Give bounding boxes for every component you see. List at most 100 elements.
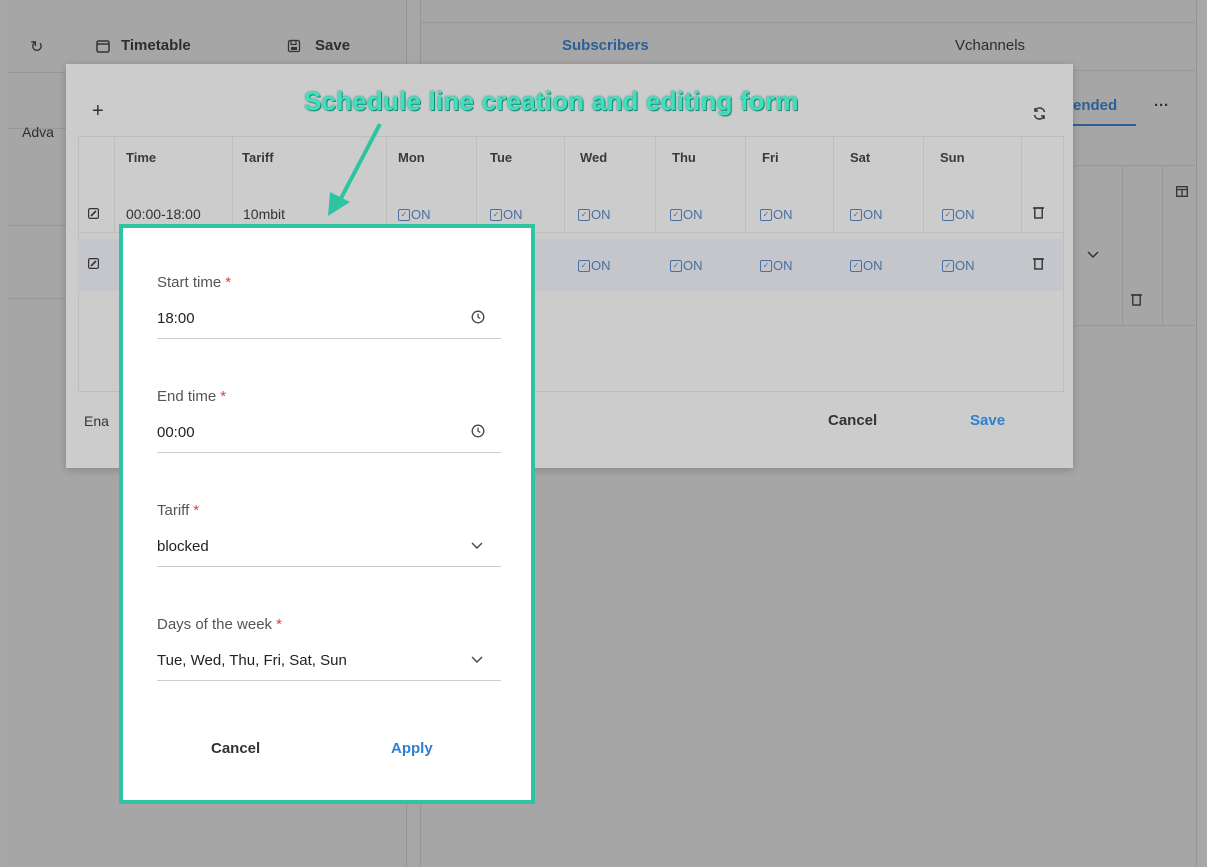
checkbox-icon: ✓ (670, 208, 682, 221)
start-time-label-text: Start time (157, 274, 222, 291)
checkbox-icon: ✓ (578, 259, 590, 272)
checkbox-icon: ✓ (850, 208, 862, 221)
col-header-wed: Wed (580, 150, 608, 165)
day-toggle-label: ON (503, 207, 523, 222)
day-toggle-label: ON (411, 207, 431, 222)
refresh-icon[interactable]: ↻ (30, 37, 43, 57)
trash-icon[interactable] (1033, 257, 1044, 270)
save-toolbar-button[interactable]: Save (315, 37, 350, 54)
required-mark: * (220, 388, 227, 405)
field-underline (157, 680, 501, 681)
day-toggle-label: ON (591, 258, 611, 273)
clock-icon[interactable] (471, 310, 485, 324)
col-header-sat: Sat (850, 150, 871, 165)
row-time: 00:00-18:00 (126, 206, 201, 222)
end-time-label-text: End time (157, 388, 217, 405)
divider (564, 136, 565, 232)
divider (1021, 136, 1022, 232)
modal-save-button[interactable]: Save (970, 412, 1005, 429)
col-header-sun: Sun (940, 150, 965, 165)
trash-icon[interactable] (1131, 293, 1142, 306)
day-toggle-label: ON (683, 207, 703, 222)
refresh-icon[interactable] (1032, 106, 1047, 121)
day-toggle[interactable]: ✓ ON (760, 207, 793, 222)
chevron-down-icon[interactable] (471, 542, 483, 550)
required-mark: * (193, 502, 200, 519)
end-time-label: End time * (157, 388, 226, 405)
day-toggle[interactable]: ✓ ON (578, 207, 611, 222)
checkbox-icon: ✓ (398, 208, 410, 221)
add-row-icon[interactable]: + (92, 100, 104, 123)
checkbox-icon: ✓ (490, 208, 502, 221)
active-tab-indicator (1072, 124, 1136, 126)
col-header-time: Time (126, 150, 157, 165)
checkbox-icon: ✓ (760, 208, 772, 221)
chevron-down-icon[interactable] (1087, 251, 1099, 259)
day-toggle[interactable]: ✓ ON (578, 258, 611, 273)
clock-icon[interactable] (471, 424, 485, 438)
tab-subscribers[interactable]: Subscribers (562, 37, 649, 54)
columns-icon[interactable] (1176, 186, 1188, 197)
day-toggle-label: ON (863, 258, 883, 273)
field-underline (157, 566, 501, 567)
checkbox-icon: ✓ (942, 208, 954, 221)
start-time-label: Start time * (157, 274, 231, 291)
divider (655, 136, 656, 232)
required-mark: * (225, 274, 232, 291)
required-mark: * (276, 616, 282, 633)
save-icon (287, 39, 301, 53)
tab-vchannels[interactable]: Vchannels (955, 37, 1025, 54)
form-cancel-button[interactable]: Cancel (211, 740, 260, 757)
col-header-tue: Tue (490, 150, 513, 165)
field-underline (157, 452, 501, 453)
divider (476, 136, 477, 232)
divider (420, 22, 1195, 23)
day-toggle[interactable]: ✓ ON (490, 207, 523, 222)
divider (745, 136, 746, 232)
tab-extended[interactable]: ended (1073, 97, 1117, 114)
trash-icon[interactable] (1033, 206, 1044, 219)
divider (1122, 165, 1123, 325)
day-toggle[interactable]: ✓ ON (760, 258, 793, 273)
day-toggle-label: ON (683, 258, 703, 273)
checkbox-icon: ✓ (760, 259, 772, 272)
col-header-mon: Mon (398, 150, 425, 165)
form-apply-button[interactable]: Apply (391, 740, 433, 757)
divider (1162, 165, 1163, 325)
chevron-down-icon[interactable] (471, 656, 483, 664)
day-toggle-label: ON (863, 207, 883, 222)
col-header-tariff: Tariff (242, 150, 274, 165)
day-toggle[interactable]: ✓ ON (942, 207, 975, 222)
days-select[interactable]: Tue, Wed, Thu, Fri, Sat, Sun (157, 652, 347, 669)
day-toggle[interactable]: ✓ ON (670, 207, 703, 222)
day-toggle[interactable]: ✓ ON (850, 207, 883, 222)
edit-icon[interactable] (88, 258, 99, 269)
enabled-label: Ena (84, 413, 109, 429)
day-toggle[interactable]: ✓ ON (942, 258, 975, 273)
col-header-fri: Fri (762, 150, 779, 165)
divider (833, 136, 834, 232)
divider (232, 136, 233, 232)
more-icon[interactable]: ··· (1154, 97, 1169, 114)
days-label: Days of the week * (157, 616, 282, 633)
day-toggle[interactable]: ✓ ON (850, 258, 883, 273)
day-toggle[interactable]: ✓ ON (398, 207, 431, 222)
edit-icon[interactable] (88, 208, 99, 219)
annotation-arrow (320, 120, 390, 220)
end-time-input[interactable]: 00:00 (157, 424, 195, 441)
annotation-caption: Schedule line creation and editing form (304, 86, 799, 116)
schedule-line-form: Start time * 18:00 End time * 00:00 Tariff… (119, 224, 535, 804)
start-time-input[interactable]: 18:00 (157, 310, 195, 327)
modal-cancel-button[interactable]: Cancel (828, 412, 877, 429)
tariff-select[interactable]: blocked (157, 538, 209, 555)
checkbox-icon: ✓ (942, 259, 954, 272)
day-toggle-label: ON (955, 258, 975, 273)
day-toggle-label: ON (773, 258, 793, 273)
calendar-icon (96, 39, 110, 53)
tab-advanced[interactable]: Adva (22, 124, 54, 140)
timetable-tab[interactable]: Timetable (121, 37, 191, 54)
checkbox-icon: ✓ (578, 208, 590, 221)
day-toggle-label: ON (591, 207, 611, 222)
day-toggle[interactable]: ✓ ON (670, 258, 703, 273)
day-toggle-label: ON (955, 207, 975, 222)
